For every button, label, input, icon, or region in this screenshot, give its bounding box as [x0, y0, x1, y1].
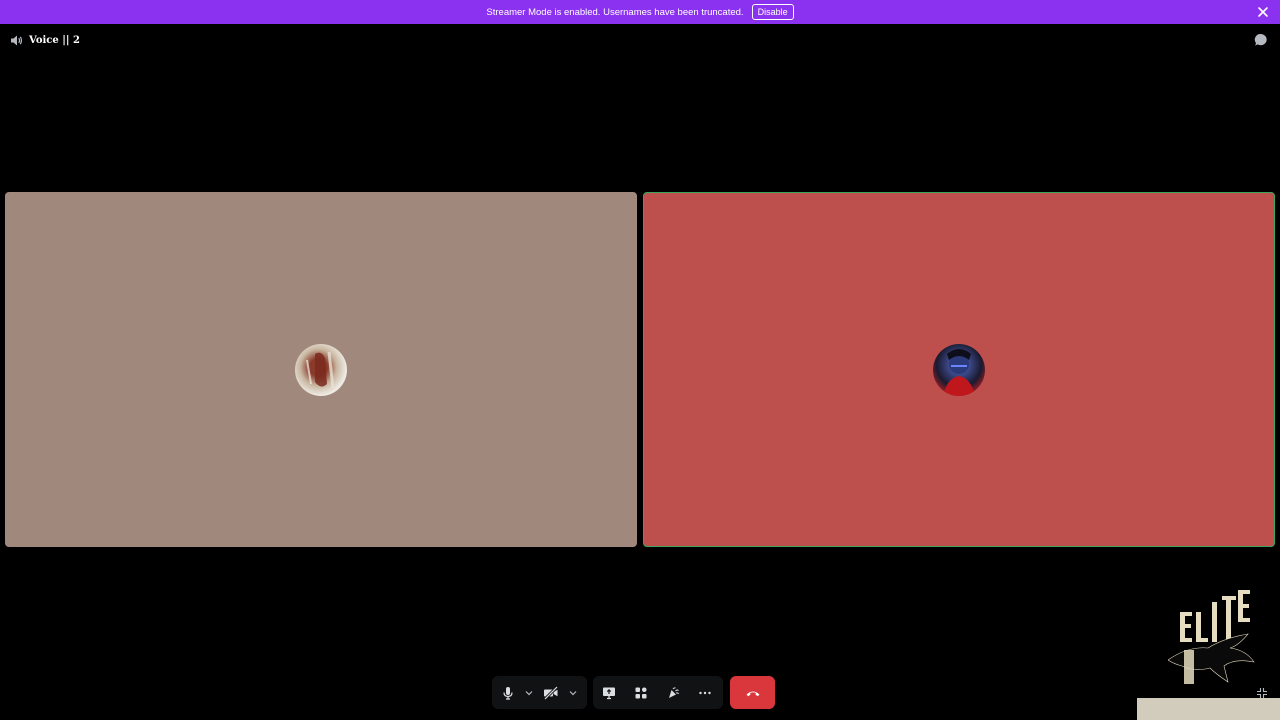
participant-tile-right[interactable] [643, 192, 1275, 547]
speaker-icon [10, 34, 23, 47]
avatar [295, 343, 347, 396]
participant-tile-left[interactable] [5, 192, 637, 547]
share-screen-icon[interactable] [593, 686, 625, 700]
microphone-icon[interactable] [492, 686, 524, 700]
media-controls-group [492, 676, 587, 709]
hang-up-button[interactable] [730, 676, 775, 709]
hang-up-icon [745, 688, 761, 698]
soundboard-icon[interactable] [657, 686, 689, 700]
streamer-mode-banner: Streamer Mode is enabled. Usernames have… [0, 0, 1280, 24]
banner-message: Streamer Mode is enabled. Usernames have… [486, 6, 744, 18]
avatar [933, 343, 985, 396]
more-icon[interactable] [689, 686, 721, 700]
chat-bubble-icon[interactable] [1254, 33, 1268, 47]
mic-options-chevron-down-icon[interactable] [524, 689, 534, 697]
elite-eagle-logo-icon [1167, 588, 1260, 692]
channel-title: Voice || 2 [29, 34, 80, 46]
call-controls [0, 676, 1280, 709]
activity-controls-group [593, 676, 723, 709]
exit-fullscreen-icon[interactable] [1256, 686, 1268, 698]
voice-channel-header: Voice || 2 [10, 32, 80, 48]
close-icon[interactable] [1256, 5, 1270, 19]
activities-icon[interactable] [625, 686, 657, 700]
camera-options-chevron-down-icon[interactable] [568, 689, 578, 697]
logo-banner-strip [1137, 698, 1280, 720]
disable-streamer-mode-button[interactable]: Disable [751, 4, 794, 20]
camera-off-icon[interactable] [534, 685, 568, 700]
